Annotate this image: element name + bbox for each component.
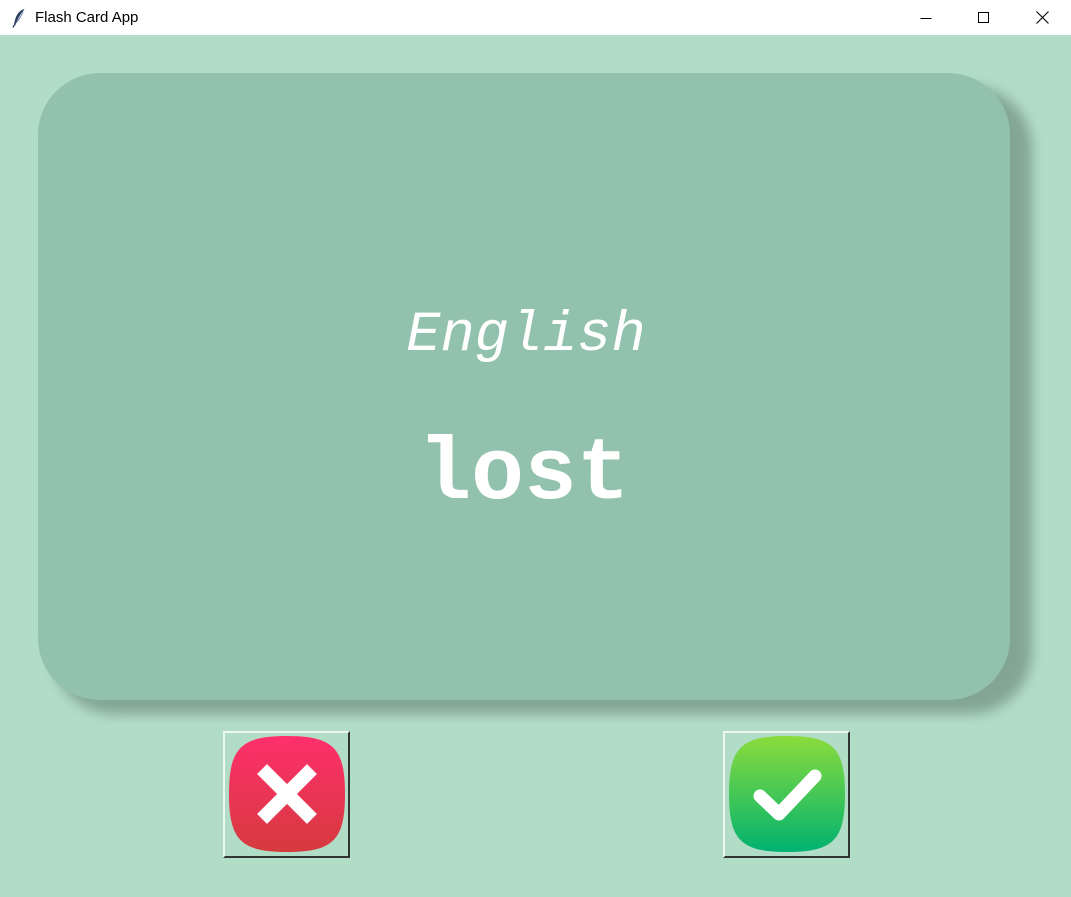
card-language: English bbox=[406, 304, 646, 368]
card-word: lost bbox=[418, 426, 630, 525]
minimize-button[interactable] bbox=[897, 0, 955, 35]
maximize-button[interactable] bbox=[955, 0, 1013, 35]
window-controls bbox=[897, 0, 1071, 35]
close-icon bbox=[1035, 11, 1049, 24]
window-title: Flash Card App bbox=[35, 9, 139, 26]
right-button[interactable] bbox=[723, 731, 850, 858]
wrong-button[interactable] bbox=[223, 731, 350, 858]
check-icon bbox=[728, 736, 845, 852]
title-bar[interactable]: Flash Card App bbox=[0, 0, 1071, 35]
flash-card: English lost bbox=[38, 73, 1010, 700]
feather-icon bbox=[11, 8, 27, 28]
x-icon bbox=[228, 736, 345, 852]
close-button[interactable] bbox=[1013, 0, 1071, 35]
minimize-icon bbox=[920, 17, 932, 19]
maximize-icon bbox=[978, 11, 989, 23]
app-window: Flash Card App English lost bbox=[0, 0, 1071, 897]
